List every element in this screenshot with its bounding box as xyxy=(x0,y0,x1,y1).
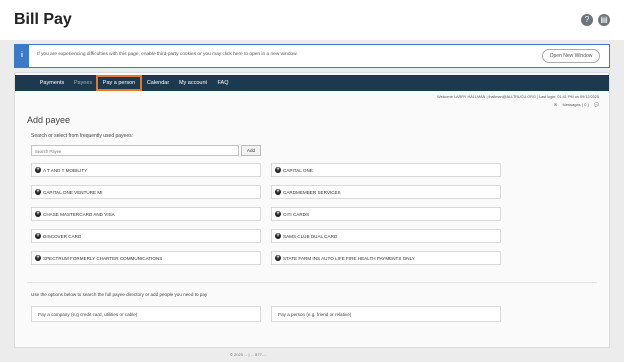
payee-item[interactable]: + CAPITAL ONE xyxy=(271,163,501,177)
add-button[interactable]: Add xyxy=(241,145,261,156)
payee-item[interactable]: + A T AND T MOBILITY xyxy=(31,163,261,177)
payee-name: CARDMEMBER SERVICES xyxy=(283,190,341,195)
plus-circle-icon: + xyxy=(35,167,41,173)
print-icon[interactable]: ▤ xyxy=(598,14,610,26)
messages-row: ✉ Messages ( 0 ) 💬 xyxy=(550,102,599,107)
nav-calendar[interactable]: Calendar xyxy=(145,75,171,91)
nav-my-account[interactable]: My account xyxy=(176,75,210,91)
payee-item[interactable]: + CITI CARDS xyxy=(271,207,501,221)
user-info: Welcome LARRY HALLMAN | lhallman@ALLTRUC… xyxy=(437,95,599,99)
pay-company-button[interactable]: Pay a company (e.g credit card, utilitie… xyxy=(31,306,261,322)
payee-item[interactable]: + SPECTRUM FORMERLY CHARTER COMMUNICATIO… xyxy=(31,251,261,265)
payee-item[interactable]: + CAPITAL ONE VENTURE MI xyxy=(31,185,261,199)
envelope-icon: ✉ xyxy=(553,102,558,107)
divider xyxy=(27,282,597,283)
plus-circle-icon: + xyxy=(35,189,41,195)
plus-circle-icon: + xyxy=(35,211,41,217)
payee-name: SAMS CLUB DUAL CARD xyxy=(283,234,338,239)
plus-circle-icon: + xyxy=(35,233,41,239)
chat-icon[interactable]: 💬 xyxy=(594,102,599,107)
pay-person-button[interactable]: Pay a person (e.g. friend or relative) xyxy=(271,306,501,322)
options-text: Use the options below to search the full… xyxy=(31,292,208,297)
page-title: Bill Pay xyxy=(14,11,72,28)
pay-person-label: Pay a person (e.g. friend or relative) xyxy=(278,312,352,317)
payee-item[interactable]: + SAMS CLUB DUAL CARD xyxy=(271,229,501,243)
payee-name: STATE FARM INS AUTO LIFE FIRE HEALTH PAY… xyxy=(283,256,415,261)
notice-text: If you are experiencing difficulties wit… xyxy=(37,52,298,57)
nav-payees[interactable]: Payees xyxy=(71,75,95,91)
pay-company-label: Pay a company (e.g credit card, utilitie… xyxy=(38,312,138,317)
payee-name: CAPITAL ONE xyxy=(283,168,313,173)
open-new-window-button[interactable]: Open New Window xyxy=(542,49,600,63)
nav-bar: Payments Payees Pay a person Calendar My… xyxy=(15,75,609,91)
cookie-notice: i If you are experiencing difficulties w… xyxy=(14,44,610,68)
payee-item[interactable]: + DISCOVER CARD xyxy=(31,229,261,243)
payee-item[interactable]: + CHASE MASTERCARD AND VISA xyxy=(31,207,261,221)
search-box xyxy=(31,145,239,156)
payee-name: CAPITAL ONE VENTURE MI xyxy=(43,190,103,195)
payee-search-input[interactable] xyxy=(35,147,225,155)
payee-name: CHASE MASTERCARD AND VISA xyxy=(43,212,115,217)
nav-payments[interactable]: Payments xyxy=(35,75,69,91)
payee-item[interactable]: + CARDMEMBER SERVICES xyxy=(271,185,501,199)
plus-circle-icon: + xyxy=(275,233,281,239)
nav-pay-a-person[interactable]: Pay a person xyxy=(96,75,142,91)
plus-circle-icon: + xyxy=(35,255,41,261)
payee-name: DISCOVER CARD xyxy=(43,234,82,239)
bill-pay-frame: Payments Payees Pay a person Calendar My… xyxy=(14,72,610,348)
plus-circle-icon: + xyxy=(275,189,281,195)
plus-circle-icon: + xyxy=(275,167,281,173)
messages-link[interactable]: Messages ( 0 ) xyxy=(562,102,588,107)
plus-circle-icon: + xyxy=(275,255,281,261)
payee-name: CITI CARDS xyxy=(283,212,310,217)
info-icon: i xyxy=(15,45,29,67)
search-label: Search or select from frequently used pa… xyxy=(31,133,133,139)
payee-item[interactable]: + STATE FARM INS AUTO LIFE FIRE HEALTH P… xyxy=(271,251,501,265)
section-title: Add payee xyxy=(27,115,71,125)
payee-name: A T AND T MOBILITY xyxy=(43,168,88,173)
nav-faq[interactable]: FAQ xyxy=(215,75,231,91)
payee-name: SPECTRUM FORMERLY CHARTER COMMUNICATIONS xyxy=(43,256,163,261)
top-bar: Bill Pay ? ▤ xyxy=(0,0,624,40)
footer-text: © 2025 ... | ... 877-... xyxy=(230,352,267,357)
help-icon[interactable]: ? xyxy=(581,14,593,26)
plus-circle-icon: + xyxy=(275,211,281,217)
top-icons: ? ▤ xyxy=(581,14,610,26)
